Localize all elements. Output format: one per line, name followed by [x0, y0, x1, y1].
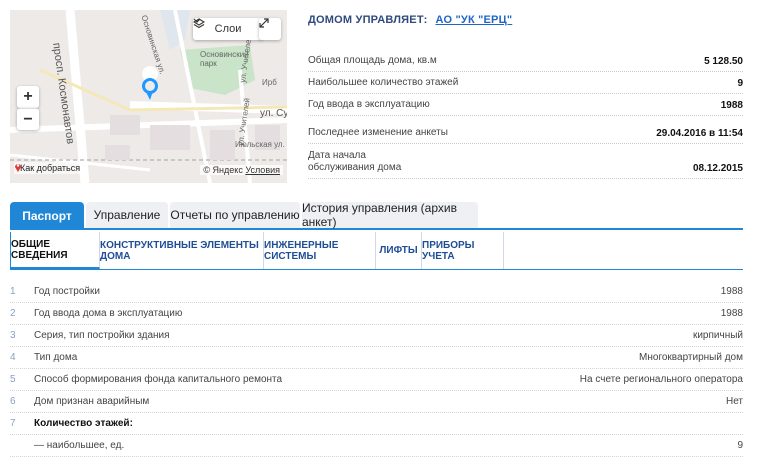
row-number: 7: [10, 418, 16, 429]
list-item: — наибольшее, ед. 9: [10, 435, 743, 457]
managing-company-link[interactable]: АО "УК "ЕРЦ": [435, 14, 512, 26]
list-item: 6 Дом признан аварийным Нет: [10, 391, 743, 413]
copyright-text: © Яндекс: [203, 165, 243, 175]
row-name: Год ввода дома в эксплуатацию: [34, 308, 183, 319]
subtab-structural-elements[interactable]: КОНСТРУКТИВНЫЕ ЭЛЕМЕНТЫ ДОМА: [100, 232, 264, 269]
sub-tabs: ОБЩИЕ СВЕДЕНИЯ КОНСТРУКТИВНЫЕ ЭЛЕМЕНТЫ Д…: [10, 232, 743, 270]
info-label: Наибольшее количество этажей: [308, 77, 459, 88]
row-name: Количество этажей:: [34, 418, 133, 429]
subtab-engineering-systems[interactable]: ИНЖЕНЕРНЫЕ СИСТЕМЫ: [264, 232, 376, 269]
list-item: 3 Серия, тип постройки здания кирпичный: [10, 325, 743, 347]
row-name: Серия, тип постройки здания: [34, 330, 170, 341]
terms-link[interactable]: Условия: [245, 165, 280, 175]
zoom-in-button[interactable]: +: [17, 86, 39, 108]
tab-management-history[interactable]: История управления (архив анкет): [302, 201, 478, 229]
row-number: 2: [10, 308, 16, 319]
main-tabs: Паспорт Управление Отчеты по управлению …: [10, 201, 743, 230]
info-row-area: Общая площадь дома, кв.м 5 128.50: [308, 55, 743, 72]
row-name: — наибольшее, ед.: [34, 440, 125, 451]
map-layers-button[interactable]: Слои: [193, 18, 263, 40]
street-label-irb: Ирб: [262, 78, 277, 87]
minus-icon: −: [23, 110, 33, 128]
subtab-meters[interactable]: ПРИБОРЫ УЧЕТА: [422, 232, 504, 269]
info-label: обслуживания дома: [308, 162, 402, 173]
row-number: 4: [10, 352, 16, 363]
map-widget[interactable]: просп. Космонавтов Основинская ул. Основ…: [10, 10, 287, 183]
list-item-group: 7 Количество этажей:: [10, 413, 743, 435]
list-item: 4 Тип дома Многоквартирный дом: [10, 347, 743, 369]
row-value: 1988: [720, 286, 743, 297]
tab-management[interactable]: Управление: [86, 202, 168, 228]
row-name: Дом признан аварийным: [34, 396, 150, 407]
info-row-floors: Наибольшее количество этажей 9: [308, 77, 743, 94]
info-value: 5 128.50: [704, 56, 743, 67]
info-row-year: Год ввода в эксплуатацию 1988: [308, 99, 743, 116]
row-number: 1: [10, 286, 16, 297]
row-name: Тип дома: [34, 352, 78, 363]
street-label-su: ул. Су: [260, 108, 287, 119]
row-number: 3: [10, 330, 16, 341]
row-value: 1988: [720, 308, 743, 319]
street-label-yulskaya: Июльская ул.: [235, 140, 285, 149]
route-button[interactable]: Как добраться: [14, 162, 84, 174]
managed-label: ДОМОМ УПРАВЛЯЕТ:: [308, 14, 428, 26]
plus-icon: +: [23, 88, 33, 105]
list-item: 1 Год постройки 1988: [10, 281, 743, 303]
info-value: 9: [737, 78, 743, 89]
info-row-last-change: Последнее изменение анкеты 29.04.2016 в …: [308, 127, 743, 144]
row-number: 6: [10, 396, 16, 407]
row-value: На счете регионального оператора: [579, 374, 743, 385]
row-name: Год постройки: [34, 286, 100, 297]
tab-passport[interactable]: Паспорт: [10, 202, 84, 230]
tab-management-reports[interactable]: Отчеты по управлению: [170, 202, 300, 228]
info-value: 1988: [720, 100, 743, 111]
row-name: Способ формирования фонда капитального р…: [34, 374, 283, 385]
subtab-elevators[interactable]: ЛИФТЫ: [376, 232, 422, 269]
row-number: 5: [10, 374, 16, 385]
row-value: Нет: [725, 396, 743, 407]
route-label: Как добраться: [20, 163, 81, 173]
info-label: Год ввода в эксплуатацию: [308, 99, 430, 110]
info-label: Общая площадь дома, кв.м: [308, 55, 437, 66]
info-value: 29.04.2016 в 11:54: [656, 128, 743, 139]
list-item: 2 Год ввода дома в эксплуатацию 1988: [10, 303, 743, 325]
list-item: 5 Способ формирования фонда капитального…: [10, 369, 743, 391]
info-label: Дата начала: [308, 150, 366, 161]
subtab-general-info[interactable]: ОБЩИЕ СВЕДЕНИЯ: [11, 232, 100, 269]
managed-by: ДОМОМ УПРАВЛЯЕТ: АО "УК "ЕРЦ": [308, 14, 512, 26]
map-copyright: © Яндекс Условия: [200, 165, 283, 175]
zoom-out-button[interactable]: −: [17, 108, 39, 130]
map-layers-label: Слои: [214, 23, 242, 35]
map-fullscreen-button[interactable]: [259, 18, 281, 40]
info-value: 08.12.2015: [692, 163, 743, 174]
info-row-service-start: Дата начала обслуживания дома 08.12.2015: [308, 150, 743, 179]
row-value: Многоквартирный дом: [639, 352, 743, 363]
row-value: кирпичный: [692, 330, 743, 341]
row-value: 9: [737, 440, 743, 451]
